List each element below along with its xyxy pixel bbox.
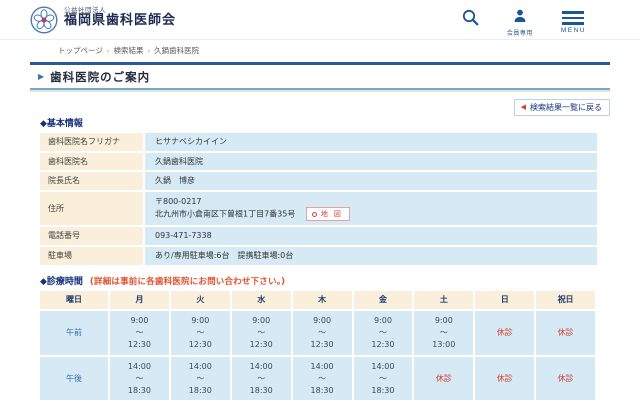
schedule-heading: ◆診療時間 (詳細は事前に各歯科医院にお問い合わせ下さい。) [40,274,610,287]
schedule-header-row: 曜日 月 火 水 木 金 土 日 祝日 [40,290,597,311]
title-bar: ▶ 歯科医院のご案内 [30,62,610,90]
street-address-line: 北九州市小倉南区下曽根1丁目7番35号 地 図 [155,207,591,222]
schedule-row-afternoon: 午後 14:00 〜 18:30 14:00 〜 18:30 14:00 〜 18:30 1… [40,356,597,400]
schedule-cell: 14:00 〜 18:30 [353,356,415,400]
column-header: 土 [414,290,476,311]
breadcrumb: トップページ › 検索結果 › 久鍋歯科医院 [58,45,610,56]
column-header: 金 [353,290,415,311]
row-value: 久鍋歯科医院 [145,152,597,173]
table-row: 電話番号 093-471-7338 [40,227,597,247]
basic-info-heading: ◆基本情報 [40,116,610,129]
page: 公益社団法人 福岡県歯科医師会 会員専用 MENU トップページ › 検索結果 … [0,0,640,400]
column-header: 曜日 [40,290,110,311]
schedule-table: 曜日 月 火 水 木 金 土 日 祝日 午前 9:00 〜 12:30 9:00 〜 1… [40,290,597,400]
table-row: 歯科医院名 久鍋歯科医院 [40,152,597,173]
breadcrumb-current: 久鍋歯科医院 [154,46,200,55]
breadcrumb-home[interactable]: トップページ [58,46,103,55]
schedule-cell: 14:00 〜 18:30 [110,356,171,400]
map-button-label: 地 図 [320,211,343,219]
column-header: 水 [231,290,293,311]
schedule-cell-closed: 休診 [475,310,537,357]
schedule-cell: 14:00 〜 18:30 [292,356,354,400]
schedule-cell: 9:00 〜 13:00 [414,310,476,357]
schedule-row-morning: 午前 9:00 〜 12:30 9:00 〜 12:30 9:00 〜 12:30 9:00… [40,310,597,357]
schedule-cell: 9:00 〜 12:30 [170,310,232,357]
org-logo-link[interactable]: 公益社団法人 福岡県歯科医師会 [30,6,176,38]
breadcrumb-separator: › [147,47,151,55]
row-label: 歯科医院名フリガナ [40,133,145,153]
row-label: 住所 [40,191,145,228]
row-value: ヒサナベシカイイン [145,133,597,153]
schedule-cell: 14:00 〜 18:30 [231,356,293,400]
row-label: 駐車場 [40,246,145,267]
schedule-cell: 9:00 〜 12:30 [353,310,415,357]
table-row: 歯科医院名フリガナ ヒサナベシカイイン [40,133,597,153]
row-value: 〒800-0217 北九州市小倉南区下曽根1丁目7番35号 地 図 [145,191,597,228]
schedule-cell: 14:00 〜 18:30 [170,356,232,400]
schedule-note: (詳細は事前に各歯科医院にお問い合わせ下さい。) [89,276,286,287]
row-value: あり/専用駐車場:6台 提携駐車場:0台 [145,246,597,267]
schedule-cell: 9:00 〜 12:30 [292,310,354,357]
page-title: 歯科医院のご案内 [50,70,151,84]
column-header: 火 [170,290,232,311]
row-label: 歯科医院名 [40,152,145,173]
site-header: 公益社団法人 福岡県歯科医師会 会員専用 MENU [0,0,640,40]
column-header: 木 [292,290,354,311]
street-address: 北九州市小倉南区下曽根1丁目7番35号 [155,209,296,219]
search-icon [462,9,479,29]
schedule-cell-closed: 休診 [536,310,597,357]
map-button[interactable]: 地 図 [305,207,350,222]
schedule-cell: 9:00 〜 12:30 [110,310,171,357]
column-header: 日 [475,290,537,311]
schedule-row-label: 午後 [40,356,110,400]
row-value: 久鍋 博彦 [145,172,597,192]
postal-code: 〒800-0217 [155,196,202,206]
schedule-cell-closed: 休診 [475,356,537,400]
back-to-results-link[interactable]: ◀ 検索結果一覧に戻る [513,99,610,116]
row-label: 電話番号 [40,227,145,247]
row-label: 院長氏名 [40,172,145,192]
table-row: 駐車場 あり/専用駐車場:6台 提携駐車場:0台 [40,246,597,267]
org-text: 公益社団法人 福岡県歯科医師会 [64,6,176,29]
menu-label: MENU [560,26,586,34]
menu-button[interactable]: MENU [561,9,586,34]
schedule-cell-closed: 休診 [414,356,476,400]
schedule-cell-closed: 休診 [536,356,597,400]
column-header: 祝日 [536,290,597,311]
table-row: 住所 〒800-0217 北九州市小倉南区下曽根1丁目7番35号 地 図 [40,191,597,228]
hamburger-icon [562,9,585,25]
breadcrumb-search-results[interactable]: 検索結果 [113,46,143,55]
schedule-heading-label: ◆診療時間 [40,276,83,287]
breadcrumb-separator: › [106,47,110,55]
column-header: 月 [110,290,171,311]
person-icon [513,9,527,26]
member-area-button[interactable]: 会員専用 [507,9,533,37]
search-button[interactable] [462,9,479,29]
title-arrow-icon: ▶ [38,72,45,81]
back-row: ◀ 検索結果一覧に戻る [30,94,610,116]
org-logo-icon [30,6,58,38]
header-actions: 会員専用 MENU [462,6,614,37]
basic-info-heading-label: ◆基本情報 [40,119,83,129]
map-marker-icon [311,211,317,217]
back-arrow-icon: ◀ [520,103,526,111]
basic-info-table: 歯科医院名フリガナ ヒサナベシカイイン 歯科医院名 久鍋歯科医院 院長氏名 久鍋… [40,133,597,267]
schedule-cell: 9:00 〜 12:30 [231,310,293,357]
schedule-row-label: 午前 [40,310,110,357]
back-link-label: 検索結果一覧に戻る [530,103,602,112]
org-name: 福岡県歯科医師会 [64,13,177,29]
table-row: 院長氏名 久鍋 博彦 [40,172,597,192]
member-area-label: 会員専用 [506,31,533,37]
phone-number: 093-471-7338 [145,227,597,247]
